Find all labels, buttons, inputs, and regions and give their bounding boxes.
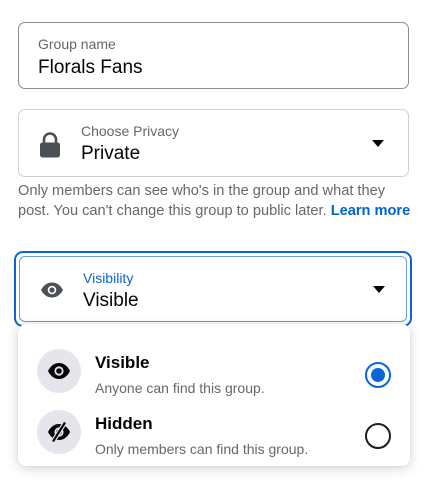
group-name-label: Group name: [38, 36, 116, 52]
chevron-down-icon: [373, 286, 385, 293]
radio-selected[interactable]: [365, 362, 391, 388]
option-title: Visible: [95, 353, 150, 372]
eye-slash-icon: [37, 410, 81, 454]
privacy-value: Private: [81, 143, 141, 164]
option-title: Hidden: [95, 414, 153, 433]
eye-icon: [40, 282, 64, 298]
visibility-option-visible[interactable]: Visible Anyone can find this group.: [18, 336, 410, 398]
visibility-label: Visibility: [83, 270, 134, 286]
lock-icon: [38, 132, 62, 158]
chevron-down-icon: [372, 140, 384, 147]
radio-unselected[interactable]: [365, 423, 391, 449]
option-subtitle: Anyone can find this group.: [95, 380, 265, 396]
group-name-field[interactable]: Group name Florals Fans: [18, 22, 409, 89]
visibility-option-hidden[interactable]: Hidden Only members can find this group.: [18, 397, 410, 459]
visibility-select[interactable]: Visibility Visible: [14, 251, 412, 327]
visibility-value: Visible: [83, 290, 139, 311]
privacy-help-text: Only members can see who's in the group …: [18, 182, 413, 221]
create-group-form: Group name Florals Fans Choose Privacy P…: [0, 0, 429, 500]
visibility-dropdown-menu: Visible Anyone can find this group. Hidd…: [18, 324, 410, 466]
option-subtitle: Only members can find this group.: [95, 441, 309, 457]
group-name-input[interactable]: Florals Fans: [38, 57, 143, 79]
eye-icon: [37, 349, 81, 393]
learn-more-link[interactable]: Learn more: [331, 203, 410, 219]
privacy-label: Choose Privacy: [81, 123, 180, 139]
focus-ring: [19, 256, 407, 322]
privacy-select[interactable]: Choose Privacy Private: [18, 109, 409, 177]
